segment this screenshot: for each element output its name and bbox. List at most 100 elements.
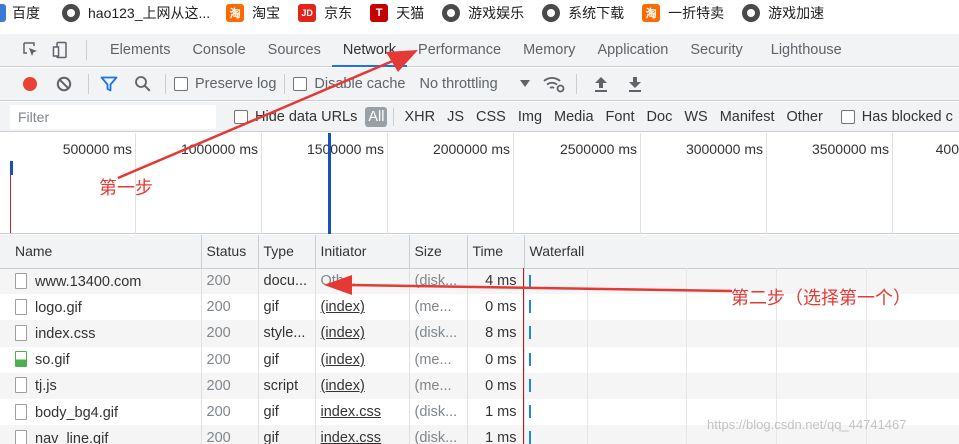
tab-application[interactable]: Application — [586, 34, 679, 67]
request-name[interactable]: tj.js — [10, 372, 202, 399]
filter-type-css[interactable]: CSS — [470, 109, 512, 125]
request-initiator[interactable]: (index) — [315, 320, 410, 347]
record-button[interactable] — [18, 72, 42, 96]
tab-memory[interactable]: Memory — [512, 34, 586, 67]
request-type: gif — [258, 425, 316, 444]
bookmark-baidu[interactable]: 百度 — [0, 0, 44, 26]
bookmark-system-download[interactable]: 系统下载 — [536, 0, 628, 26]
overview-tick-label: 3000000 ms — [685, 141, 763, 157]
tab-security[interactable]: Security — [679, 34, 753, 67]
filter-type-ws[interactable]: WS — [678, 109, 713, 125]
table-row[interactable]: index.css 200 style... (index) (disk... … — [0, 320, 959, 347]
request-initiator[interactable]: (index) — [315, 372, 410, 399]
request-initiator[interactable]: index.css — [315, 398, 410, 426]
table-row[interactable]: so.gif 200 gif (index) (me... 0 ms — [0, 346, 959, 373]
bookmark-tmall[interactable]: T 天猫 — [364, 0, 428, 26]
waterfall-bar — [528, 431, 531, 444]
bookmark-hao123[interactable]: hao123_上网从这... — [56, 0, 214, 26]
filter-type-doc[interactable]: Doc — [641, 109, 679, 125]
inspect-element-button[interactable] — [20, 39, 42, 61]
checkbox-box[interactable] — [174, 77, 188, 91]
filter-input[interactable] — [10, 104, 216, 129]
request-name-text: index.css — [35, 325, 96, 342]
filter-type-all[interactable]: All — [365, 106, 388, 127]
request-size: (disk... — [409, 268, 468, 295]
request-initiator[interactable]: (index) — [315, 294, 410, 321]
request-name[interactable]: nav_line.gif — [10, 425, 202, 444]
filter-type-manifest[interactable]: Manifest — [714, 109, 781, 125]
request-name[interactable]: logo.gif — [10, 294, 202, 321]
request-type: docu... — [258, 268, 316, 295]
toolbar-divider — [575, 74, 577, 94]
disable-cache-checkbox[interactable]: Disable cache — [293, 76, 405, 92]
network-conditions-button[interactable] — [542, 72, 566, 96]
preserve-log-checkbox[interactable]: Preserve log — [174, 76, 276, 92]
request-status: 200 — [201, 268, 259, 295]
filter-type-other[interactable]: Other — [781, 109, 829, 125]
device-toolbar-button[interactable] — [50, 39, 72, 61]
filter-type-font[interactable]: Font — [600, 109, 641, 125]
throttling-value: No throttling — [419, 76, 498, 92]
overview-tick-label: 400 — [935, 141, 959, 157]
network-toolbar: Preserve log Disable cache No throttling — [0, 68, 959, 101]
request-initiator[interactable]: index.css — [315, 425, 410, 444]
overview-load-marker — [10, 175, 11, 233]
filter-type-img[interactable]: Img — [512, 109, 548, 125]
table-row[interactable]: tj.js 200 script (index) (me... 0 ms — [0, 372, 959, 399]
toolbar-divider — [165, 74, 166, 94]
column-header-initiator[interactable]: Initiator — [315, 235, 410, 269]
request-name[interactable]: body_bg4.gif — [10, 398, 202, 426]
column-header-status[interactable]: Status — [201, 235, 259, 269]
search-button[interactable] — [131, 72, 155, 96]
request-size: (me... — [409, 372, 468, 399]
taobao-icon: 淘 — [226, 4, 245, 22]
checkbox-box[interactable] — [840, 109, 855, 124]
throttling-select[interactable]: No throttling — [419, 76, 530, 92]
bookmark-jd[interactable]: JD 京东 — [292, 0, 356, 26]
import-har-button[interactable] — [589, 72, 613, 96]
tab-network[interactable]: Network — [331, 34, 408, 67]
toolbar-divider — [284, 74, 286, 94]
overview-gridline — [387, 133, 388, 234]
request-name-text: body_bg4.gif — [35, 404, 119, 421]
filter-toggle-button[interactable] — [97, 72, 121, 96]
request-size: (disk... — [409, 320, 468, 347]
device-icon — [52, 41, 67, 59]
request-status: 200 — [201, 372, 259, 399]
tab-console[interactable]: Console — [181, 34, 256, 67]
column-header-name[interactable]: Name — [10, 235, 202, 269]
disable-cache-label: Disable cache — [314, 76, 406, 92]
filter-type-js[interactable]: JS — [441, 109, 470, 125]
clear-button[interactable] — [52, 72, 76, 96]
column-header-time[interactable]: Time — [467, 235, 525, 269]
tab-lighthouse[interactable]: Lighthouse — [760, 34, 853, 67]
waterfall-cell — [524, 346, 959, 373]
checkbox-box[interactable] — [234, 109, 248, 124]
bookmark-label: 百度 — [12, 5, 40, 21]
wifi-settings-icon — [543, 77, 565, 93]
bookmark-label: 淘宝 — [252, 5, 281, 21]
tab-elements[interactable]: Elements — [99, 34, 181, 67]
filter-type-media[interactable]: Media — [548, 109, 600, 125]
bookmark-game-accel[interactable]: 游戏加速 — [736, 0, 828, 26]
column-header-type[interactable]: Type — [258, 235, 316, 269]
column-header-size[interactable]: Size — [409, 235, 468, 269]
column-header-waterfall[interactable]: Waterfall — [524, 235, 959, 269]
request-name[interactable]: so.gif — [10, 346, 202, 373]
bookmark-label: 游戏加速 — [768, 5, 825, 21]
export-har-button[interactable] — [623, 72, 647, 96]
bookmark-discount[interactable]: 淘 一折特卖 — [636, 0, 728, 26]
filter-type-xhr[interactable]: XHR — [398, 109, 441, 125]
tab-performance[interactable]: Performance — [407, 34, 512, 67]
has-blocked-cookies-checkbox[interactable]: Has blocked c — [840, 109, 953, 125]
requests-table: Name Status Type Initiator Size Time Wat… — [0, 235, 959, 444]
bookmark-taobao[interactable]: 淘 淘宝 — [220, 0, 284, 26]
request-name[interactable]: index.css — [10, 320, 202, 347]
request-name[interactable]: www.13400.com — [10, 268, 202, 295]
request-initiator[interactable]: (index) — [315, 346, 410, 373]
file-icon — [15, 298, 27, 315]
checkbox-box[interactable] — [293, 77, 308, 91]
hide-data-urls-checkbox[interactable]: Hide data URLs — [234, 109, 357, 125]
tab-sources[interactable]: Sources — [257, 34, 332, 67]
bookmark-games[interactable]: 游戏娱乐 — [436, 0, 528, 26]
